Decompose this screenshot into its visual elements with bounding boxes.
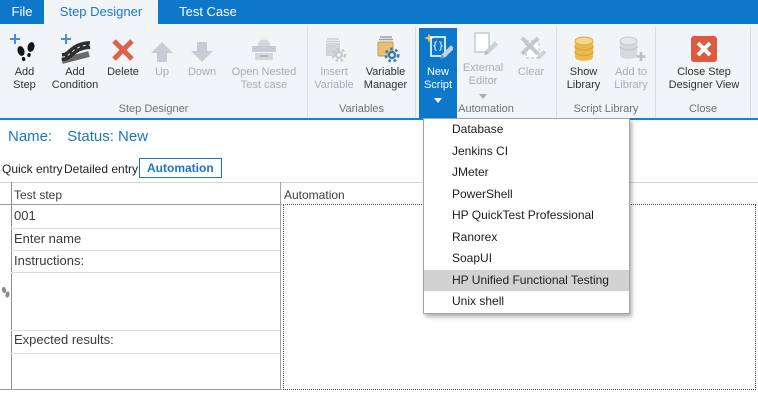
- add-step-label: Add Step: [13, 66, 36, 91]
- tab-detailed-entry[interactable]: Detailed entry: [64, 162, 138, 176]
- table-bottom-border: [0, 389, 282, 390]
- insert-variable-icon: [319, 28, 349, 64]
- tab-file[interactable]: File: [0, 0, 44, 24]
- insert-variable-label: Insert Variable: [314, 66, 354, 91]
- group-label-close: Close: [656, 103, 750, 117]
- group-label-step-designer: Step Designer: [0, 103, 307, 117]
- open-nested-test-case-label: Open Nested Test case: [232, 66, 297, 91]
- menu-item-unix-shell[interactable]: Unix shell: [424, 291, 629, 313]
- show-library-button[interactable]: Show Library: [561, 28, 606, 102]
- add-to-library-label: Add to Library: [614, 66, 648, 91]
- name-label: Name:: [8, 128, 52, 145]
- tab-step-designer[interactable]: Step Designer: [44, 0, 158, 24]
- menu-item-soapui[interactable]: SoapUI: [424, 248, 629, 270]
- menu-item-hp-quicktest-professional[interactable]: HP QuickTest Professional: [424, 205, 629, 227]
- close-step-designer-view-label: Close Step Designer View: [669, 66, 740, 91]
- close-step-designer-view-icon: [689, 28, 719, 64]
- new-script-label: New Script: [424, 66, 452, 91]
- column-header-automation: Automation: [284, 188, 345, 202]
- row-indicator-footprints-icon: [1, 286, 10, 304]
- add-condition-button[interactable]: Add Condition: [47, 28, 103, 102]
- menu-item-jenkins-ci[interactable]: Jenkins CI: [424, 141, 629, 163]
- menu-item-jmeter[interactable]: JMeter: [424, 162, 629, 184]
- up-button[interactable]: Up: [143, 28, 181, 102]
- menu-item-ranorex[interactable]: Ranorex: [424, 227, 629, 249]
- document-header: Name: Status: New: [8, 128, 148, 145]
- open-nested-test-case-button[interactable]: Open Nested Test case: [223, 28, 305, 102]
- add-condition-icon: [57, 28, 93, 64]
- add-step-button[interactable]: Add Step: [2, 28, 47, 102]
- group-label-automation: Automation: [416, 103, 556, 117]
- down-arrow-icon: [187, 28, 217, 64]
- row-separator: [11, 250, 280, 251]
- status-label: Status: New: [67, 128, 148, 145]
- ribbon: Add Step Add Condition De: [0, 24, 758, 120]
- add-to-library-icon: [615, 28, 647, 64]
- down-label: Down: [188, 66, 216, 79]
- row-separator: [11, 330, 280, 331]
- ribbon-tab-bar: File Step Designer Test Case: [0, 0, 758, 24]
- insert-variable-button[interactable]: Insert Variable: [311, 28, 357, 102]
- delete-icon: [109, 28, 137, 64]
- svg-text:{}: {}: [432, 41, 444, 52]
- add-condition-label: Add Condition: [52, 66, 98, 91]
- close-step-designer-view-button[interactable]: Close Step Designer View: [659, 28, 749, 102]
- table-gutter-border: [11, 182, 12, 390]
- add-step-icon: [9, 28, 41, 64]
- add-to-library-button[interactable]: Add to Library: [608, 28, 654, 102]
- menu-item-database[interactable]: Database: [424, 119, 629, 141]
- group-separator: [750, 27, 751, 117]
- row-separator: [11, 353, 280, 354]
- group-label-script-library: Script Library: [557, 103, 655, 117]
- up-label: Up: [155, 66, 169, 79]
- table-top-border: [0, 182, 758, 183]
- tab-automation[interactable]: Automation: [139, 158, 222, 178]
- cell-step-number[interactable]: 001: [14, 208, 36, 223]
- open-nested-test-case-icon: [247, 28, 281, 64]
- show-library-icon: [569, 28, 599, 64]
- tab-quick-entry[interactable]: Quick entry: [2, 162, 63, 176]
- down-button[interactable]: Down: [182, 28, 222, 102]
- clear-button[interactable]: Clear: [509, 28, 553, 102]
- cell-step-name[interactable]: Enter name: [14, 231, 81, 246]
- variable-manager-label: Variable Manager: [364, 66, 407, 91]
- new-script-menu: Database Jenkins CI JMeter PowerShell HP…: [423, 118, 630, 314]
- new-script-icon: {}: [423, 28, 453, 64]
- show-library-label: Show Library: [567, 66, 601, 91]
- table-column-border: [280, 182, 281, 390]
- cell-instructions[interactable]: Instructions:: [14, 253, 84, 268]
- variable-manager-button[interactable]: Variable Manager: [358, 28, 413, 102]
- up-arrow-icon: [147, 28, 177, 64]
- row-separator: [11, 228, 280, 229]
- group-label-variables: Variables: [308, 103, 415, 117]
- clear-icon: [516, 28, 546, 64]
- external-editor-dropdown-arrow-icon: [479, 90, 487, 102]
- table-header-border: [0, 204, 282, 205]
- row-separator: [11, 272, 280, 273]
- tab-test-case[interactable]: Test Case: [158, 0, 258, 24]
- delete-label: Delete: [107, 66, 139, 79]
- menu-item-powershell[interactable]: PowerShell: [424, 184, 629, 206]
- column-header-test-step: Test step: [14, 188, 62, 202]
- external-editor-button[interactable]: External Editor: [459, 28, 507, 102]
- step-designer-window: File Step Designer Test Case Add Step: [0, 0, 758, 404]
- cell-expected-results[interactable]: Expected results:: [14, 332, 114, 347]
- delete-button[interactable]: Delete: [104, 28, 142, 102]
- external-editor-label: External Editor: [463, 62, 503, 87]
- menu-item-hp-unified-functional-testing[interactable]: HP Unified Functional Testing: [424, 270, 629, 292]
- external-editor-icon: [468, 28, 498, 60]
- clear-label: Clear: [518, 66, 544, 79]
- variable-manager-icon: [371, 28, 401, 64]
